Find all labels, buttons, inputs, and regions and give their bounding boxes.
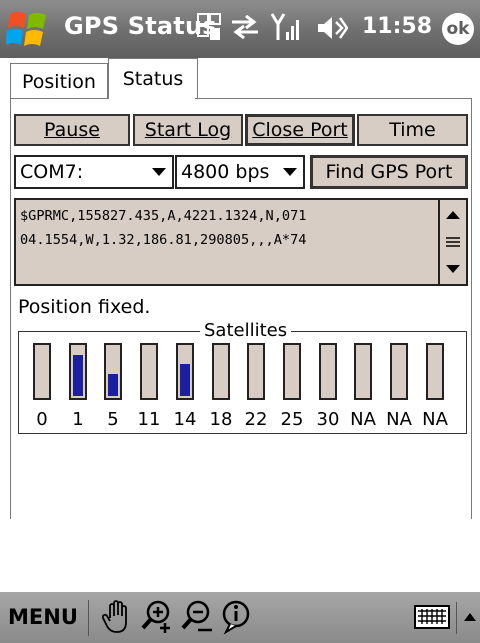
satellite-prn-label: NA [422, 409, 448, 430]
ok-button[interactable]: ok [442, 13, 474, 45]
hand-icon[interactable] [100, 598, 134, 636]
pause-button[interactable]: Pause [14, 114, 130, 146]
zoom-in-icon[interactable] [140, 598, 174, 636]
satellite-prn-label: 0 [36, 409, 48, 430]
app-title: GPS Status [64, 12, 217, 40]
baud-rate-select[interactable]: 4800 bps [175, 155, 305, 189]
satellite-signal-bar [140, 343, 158, 400]
satellite-prn-label: 14 [173, 409, 197, 430]
nmea-output-box[interactable]: $GPRMC,155827.435,A,4221.1324,N,071 04.15… [14, 198, 468, 286]
connectivity-icon[interactable] [196, 12, 222, 42]
close-port-label: Close Port [252, 119, 348, 141]
satellite-prn-label: 5 [107, 409, 119, 430]
satellite-prn-label: 30 [316, 409, 340, 430]
input-arrow-icon[interactable] [462, 610, 478, 624]
chevron-down-icon [152, 168, 166, 176]
tab-position-label: Position [22, 70, 96, 93]
pause-label: Pause [44, 119, 100, 141]
menu-separator [88, 600, 89, 636]
satellite-signal-bar [390, 343, 408, 400]
menu-button[interactable]: MENU [8, 605, 78, 629]
satellites-legend: Satellites [200, 320, 292, 341]
tab-position[interactable]: Position [10, 63, 108, 99]
satellite-prn-label: 25 [280, 409, 304, 430]
scroll-thumb[interactable] [440, 229, 466, 255]
keyboard-icon[interactable] [414, 604, 450, 630]
start-log-label: Start Log [144, 119, 232, 141]
satellite-signal-bar [104, 343, 122, 400]
nmea-text: $GPRMC,155827.435,A,4221.1324,N,071 04.15… [20, 204, 438, 252]
satellite-signal-bar [426, 343, 444, 400]
satellite-signal-bar [69, 343, 87, 400]
com-port-value: COM7: [20, 161, 84, 183]
scroll-up-icon[interactable] [440, 202, 466, 228]
signal-strength-icon[interactable] [270, 12, 300, 44]
signal-fill [73, 355, 83, 396]
satellite-signal-bar [247, 343, 265, 400]
time-button[interactable]: Time [357, 114, 468, 146]
signal-fill [180, 364, 190, 396]
find-gps-port-label: Find GPS Port [325, 161, 453, 183]
satellite-signal-bar [354, 343, 372, 400]
info-icon[interactable] [220, 598, 254, 636]
satellite-prn-label: 11 [137, 409, 161, 430]
active-tab-joint [109, 97, 195, 100]
tab-status[interactable]: Status [108, 58, 198, 99]
com-port-select[interactable]: COM7: [14, 155, 174, 189]
satellite-prn-label: 18 [209, 409, 233, 430]
tab-status-label: Status [122, 68, 184, 90]
fix-status-text: Position fixed. [18, 296, 151, 318]
baud-rate-value: 4800 bps [181, 161, 270, 183]
sync-arrows-icon[interactable] [230, 14, 260, 40]
title-bar: GPS Status 11:58 ok [0, 0, 480, 58]
windows-start-icon[interactable] [6, 8, 50, 50]
menu-bar: MENU [0, 592, 480, 643]
zoom-out-icon[interactable] [180, 598, 214, 636]
volume-icon[interactable] [316, 14, 348, 42]
vertical-scrollbar[interactable] [438, 200, 466, 284]
satellite-signal-bar [212, 343, 230, 400]
find-gps-port-button[interactable]: Find GPS Port [310, 155, 468, 189]
chevron-down-icon [283, 168, 297, 176]
satellite-prn-label: 22 [244, 409, 268, 430]
satellite-prn-label: NA [350, 409, 376, 430]
clock[interactable]: 11:58 [362, 14, 432, 39]
satellite-signal-bar [176, 343, 194, 400]
nmea-line: 04.1554,W,1.32,186.81,290805,,,A*74 [20, 232, 307, 248]
satellite-signal-bar [283, 343, 301, 400]
scroll-down-icon[interactable] [440, 256, 466, 282]
nmea-line: $GPRMC,155827.435,A,4221.1324,N,071 [20, 208, 307, 224]
start-log-button[interactable]: Start Log [133, 114, 243, 146]
close-port-button[interactable]: Close Port [245, 114, 355, 146]
satellite-signal-bar [319, 343, 337, 400]
time-label: Time [389, 119, 436, 141]
signal-fill [108, 374, 118, 396]
satellite-signal-bar [33, 343, 51, 400]
satellite-prn-label: 1 [72, 409, 84, 430]
satellite-prn-label: NA [386, 409, 412, 430]
menu-separator [456, 602, 457, 634]
